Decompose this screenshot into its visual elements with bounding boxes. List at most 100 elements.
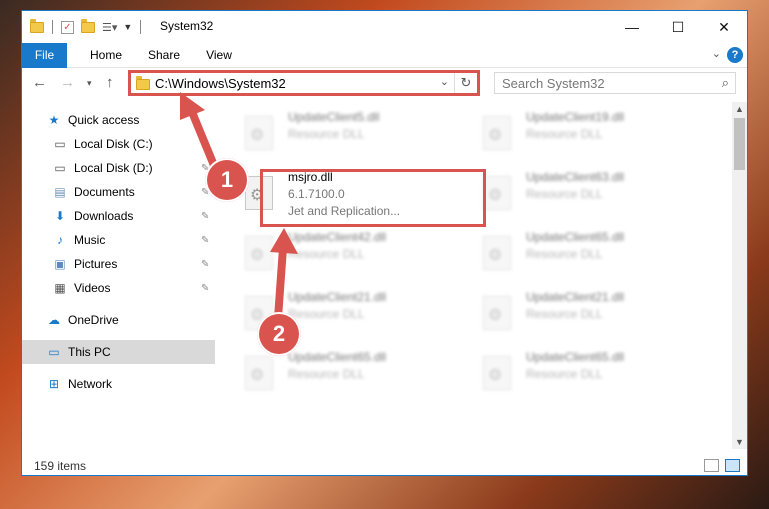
- tab-home[interactable]: Home: [82, 43, 130, 67]
- file-description: Resource DLL: [526, 127, 603, 141]
- file-name: UpdateClient65.dll: [526, 350, 625, 364]
- file-item[interactable]: UpdateClient42.dll Resource DLL: [240, 228, 470, 284]
- file-name: UpdateClient21.dll: [526, 290, 625, 304]
- refresh-icon[interactable]: ↻: [454, 73, 477, 93]
- dll-file-icon: [245, 236, 273, 270]
- address-path[interactable]: C:\Windows\System32: [155, 76, 286, 91]
- file-description: Resource DLL: [288, 307, 365, 321]
- pin-icon[interactable]: ✎: [201, 211, 209, 222]
- pin-icon[interactable]: ✎: [201, 139, 209, 150]
- file-item[interactable]: UpdateClient21.dll Resource DLL: [478, 288, 708, 344]
- file-description: Resource DLL: [526, 307, 603, 321]
- details-view-icon[interactable]: [704, 459, 719, 472]
- network-icon: ⊞: [48, 377, 60, 391]
- pin-icon[interactable]: ✎: [201, 235, 209, 246]
- folder-icon[interactable]: [30, 18, 44, 33]
- cloud-icon: ☁: [48, 313, 60, 327]
- new-folder-icon[interactable]: [81, 18, 95, 33]
- recent-locations-icon[interactable]: ▾: [87, 78, 92, 89]
- sidebar-item-onedrive[interactable]: ☁ OneDrive: [22, 308, 215, 332]
- documents-icon: ▤: [54, 185, 66, 199]
- scroll-thumb[interactable]: [734, 118, 745, 170]
- customize-qa-icon[interactable]: ☰▾: [102, 21, 117, 34]
- scroll-down-icon[interactable]: ▼: [732, 435, 747, 449]
- sidebar-item-videos[interactable]: ▦ Videos ✎: [22, 276, 215, 300]
- back-arrow-icon[interactable]: ←: [32, 74, 47, 91]
- address-dropdown-icon[interactable]: ⌄: [440, 75, 449, 88]
- address-bar[interactable]: C:\Windows\System32 ⌄ ↻: [128, 70, 480, 96]
- address-row: ← → ▾ ↑ C:\Windows\System32 ⌄ ↻ Search S…: [22, 68, 747, 100]
- title-separator: [140, 20, 142, 34]
- file-item[interactable]: UpdateClient19.dll Resource DLL: [478, 108, 708, 164]
- file-name: UpdateClient21.dll: [288, 290, 387, 304]
- file-item[interactable]: UpdateClient65.dll Resource DLL: [240, 348, 470, 404]
- sidebar-item-network[interactable]: ⊞ Network: [22, 372, 215, 396]
- sidebar-item-label: Videos: [74, 281, 111, 295]
- step-badge-2: 2: [257, 312, 301, 356]
- maximize-button[interactable]: ☐: [655, 11, 701, 43]
- file-description: Resource DLL: [288, 247, 365, 261]
- explorer-window: ✓ ☰▾ ▼ System32 — ☐ ✕ File Home Share Vi…: [21, 10, 748, 476]
- file-name: UpdateClient19.dll: [526, 110, 625, 124]
- sidebar-item-label: Local Disk (C:): [74, 137, 153, 151]
- properties-icon[interactable]: ✓: [61, 20, 74, 34]
- sidebar-item-music[interactable]: ♪ Music ✎: [22, 228, 215, 252]
- file-name: UpdateClient65.dll: [288, 350, 387, 364]
- file-item[interactable]: UpdateClient5.dll Resource DLL: [240, 108, 470, 164]
- sidebar-item-label: OneDrive: [68, 313, 119, 327]
- vertical-scrollbar[interactable]: ▲ ▼: [732, 102, 747, 449]
- download-icon: ⬇: [54, 209, 66, 223]
- sidebar-item-documents[interactable]: ▤ Documents ✎: [22, 180, 215, 204]
- sidebar-item-pictures[interactable]: ▣ Pictures ✎: [22, 252, 215, 276]
- sidebar-item-label: Music: [74, 233, 106, 247]
- drive-icon: ▭: [54, 161, 66, 175]
- forward-arrow-icon[interactable]: →: [60, 74, 75, 91]
- file-item[interactable]: UpdateClient63.dll Resource DLL: [478, 168, 708, 224]
- tab-view[interactable]: View: [197, 43, 241, 67]
- dll-file-icon: [483, 236, 511, 270]
- collapse-ribbon-icon[interactable]: ⌄: [712, 47, 721, 60]
- close-button[interactable]: ✕: [701, 11, 747, 43]
- help-icon[interactable]: ?: [727, 47, 743, 63]
- qa-dropdown-icon[interactable]: ▼: [123, 22, 132, 32]
- file-item[interactable]: UpdateClient65.dll Resource DLL: [478, 348, 708, 404]
- up-arrow-icon[interactable]: ↑: [106, 74, 114, 91]
- computer-icon: ▭: [48, 345, 60, 359]
- file-description: Resource DLL: [288, 367, 365, 381]
- videos-icon: ▦: [54, 281, 66, 295]
- dll-file-icon: [245, 116, 273, 150]
- dll-file-icon: [483, 356, 511, 390]
- sidebar-item-local-disk-d[interactable]: ▭ Local Disk (D:) ✎: [22, 156, 215, 180]
- title-bar: ✓ ☰▾ ▼ System32 — ☐ ✕: [22, 11, 747, 43]
- scroll-up-icon[interactable]: ▲: [732, 102, 747, 116]
- sidebar-item-label: Documents: [74, 185, 135, 199]
- folder-icon: [136, 76, 150, 90]
- sidebar-item-downloads[interactable]: ⬇ Downloads ✎: [22, 204, 215, 228]
- file-list: UpdateClient5.dll Resource DLL msjro.dll…: [240, 102, 732, 449]
- tab-share[interactable]: Share: [141, 43, 187, 67]
- star-icon: ★: [48, 113, 60, 127]
- search-input[interactable]: Search System32 ⌕: [494, 72, 736, 94]
- file-name: UpdateClient65.dll: [526, 230, 625, 244]
- toolbar-separator: [52, 20, 53, 34]
- item-count: 159 items: [34, 459, 87, 473]
- sidebar-item-label: Pictures: [74, 257, 118, 271]
- large-icons-view-icon[interactable]: [725, 459, 740, 472]
- sidebar-item-quick-access[interactable]: ★ Quick access: [22, 108, 215, 132]
- file-item[interactable]: UpdateClient65.dll Resource DLL: [478, 228, 708, 284]
- file-description: Resource DLL: [526, 247, 603, 261]
- pin-icon[interactable]: ✎: [201, 259, 209, 270]
- pin-icon[interactable]: ✎: [201, 283, 209, 294]
- search-icon[interactable]: ⌕: [722, 75, 729, 91]
- step-badge-1: 1: [205, 158, 249, 202]
- file-name: UpdateClient63.dll: [526, 170, 625, 184]
- sidebar-item-label: Network: [68, 377, 113, 391]
- ribbon-tabs: File Home Share View ⌄ ?: [22, 43, 747, 99]
- sidebar-item-local-disk-c[interactable]: ▭ Local Disk (C:) ✎: [22, 132, 215, 156]
- window-title: System32: [160, 19, 214, 33]
- navigation-pane: ★ Quick access ▭ Local Disk (C:) ✎ ▭ Loc…: [22, 102, 215, 449]
- drive-icon: ▭: [54, 137, 66, 151]
- sidebar-item-this-pc[interactable]: ▭ This PC: [22, 340, 215, 364]
- sidebar-item-label: Downloads: [74, 209, 134, 223]
- minimize-button[interactable]: —: [609, 11, 655, 43]
